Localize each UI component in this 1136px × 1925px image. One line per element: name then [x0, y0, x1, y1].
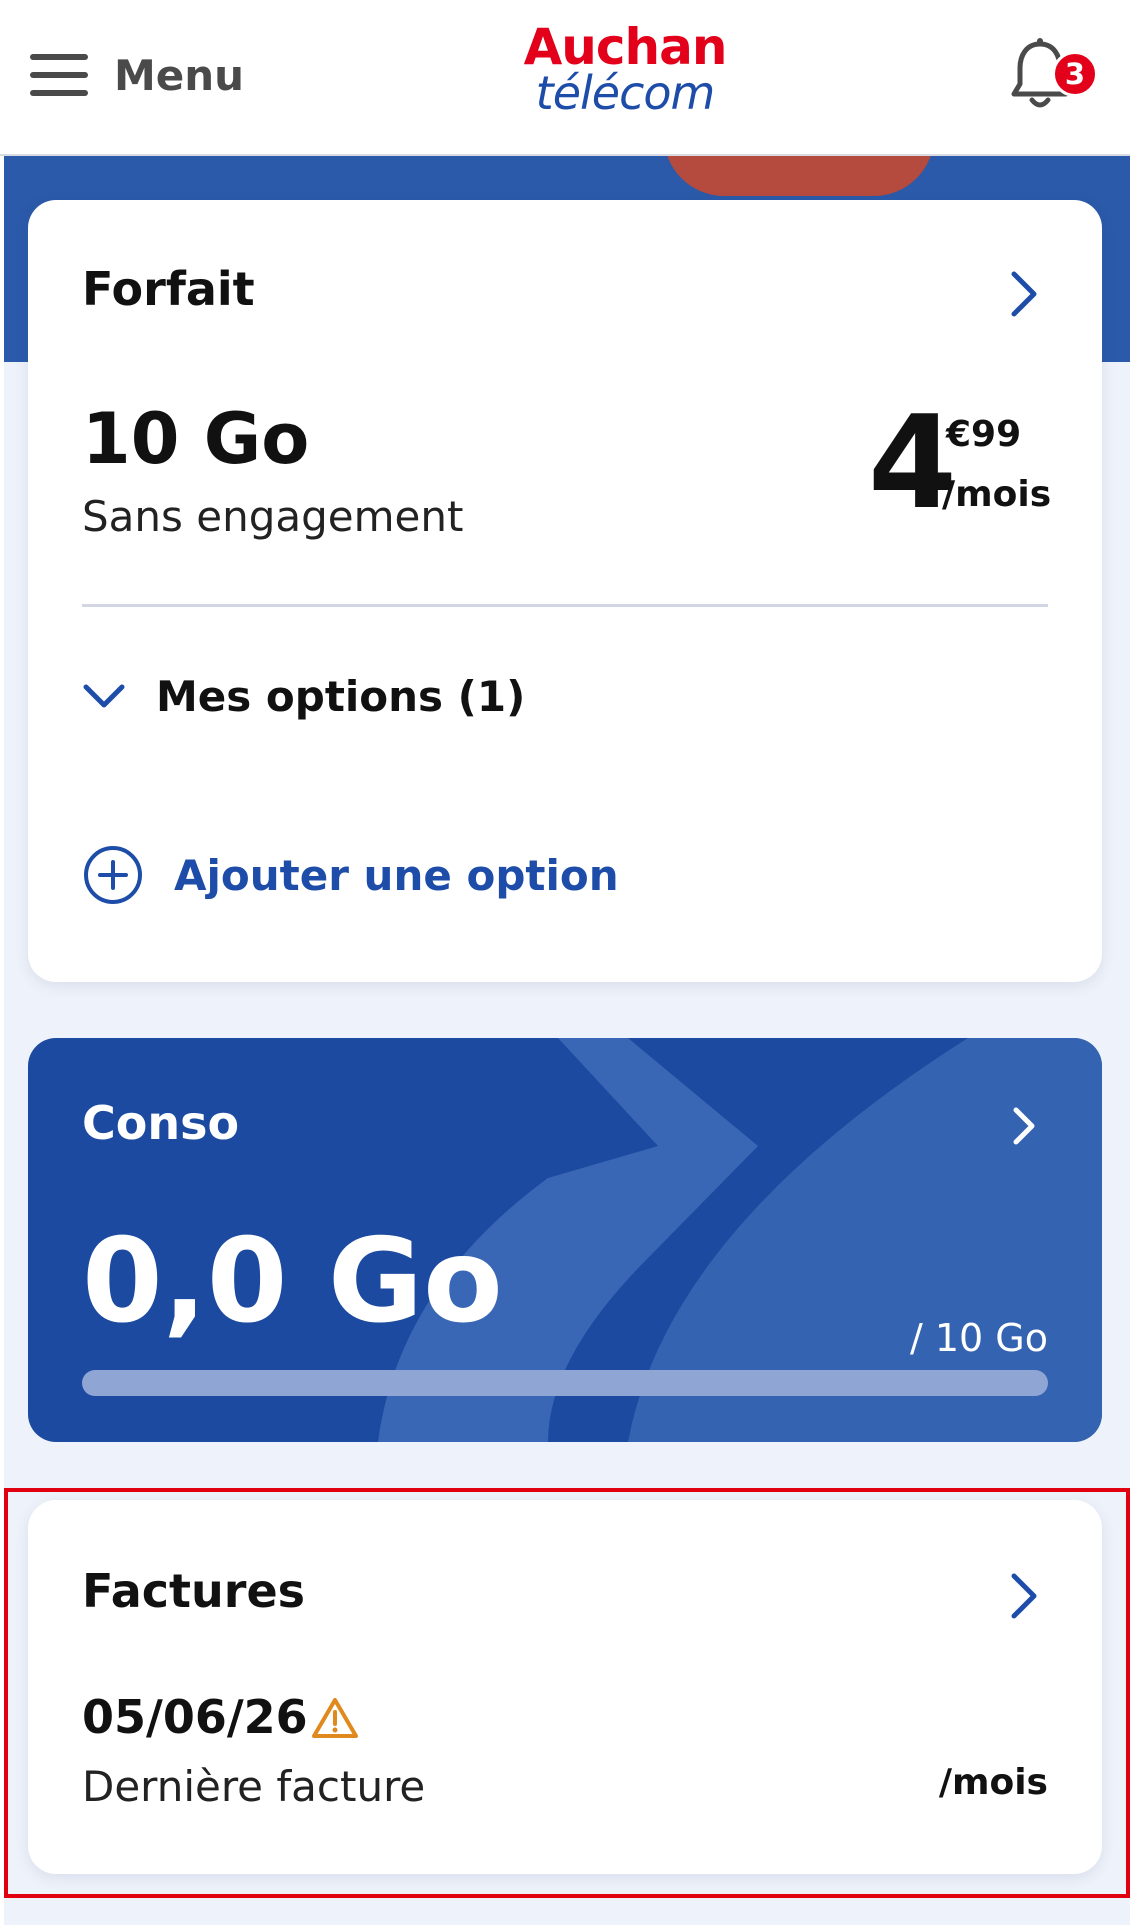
plan-subtitle: Sans engagement [82, 492, 464, 541]
plan-name: 10 Go [82, 398, 310, 480]
conso-card[interactable]: Conso 0,0 Go / 10 Go [28, 1038, 1102, 1442]
notifications-button[interactable]: 3 [1010, 36, 1098, 116]
menu-button[interactable]: Menu [30, 40, 244, 110]
logo-bottom-text: télécom [535, 66, 716, 120]
add-option-button[interactable]: Ajouter une option [82, 840, 619, 910]
conso-total: / 10 Go [909, 1316, 1048, 1360]
forfait-card[interactable]: Forfait 10 Go Sans engagement 4 €99 /moi… [28, 200, 1102, 982]
brand-logo[interactable]: Auchan télécom [520, 22, 730, 116]
hero-image-fragment [664, 156, 934, 196]
notification-badge: 3 [1052, 51, 1098, 97]
app-header: Menu Auchan télécom 3 [0, 0, 1130, 156]
factures-card[interactable]: Factures 05/06/26 Dernière facture /mois [28, 1500, 1102, 1874]
chevron-right-icon[interactable] [1004, 1100, 1044, 1152]
warning-icon [312, 1698, 358, 1738]
conso-used-value: 0,0 Go [82, 1214, 503, 1349]
price-cents: €99 [946, 414, 1022, 455]
conso-title: Conso [82, 1096, 240, 1150]
factures-title: Factures [82, 1564, 306, 1618]
forfait-title: Forfait [82, 262, 255, 316]
conso-progress-bar [82, 1370, 1048, 1396]
hamburger-icon [30, 54, 88, 96]
add-option-label: Ajouter une option [174, 850, 619, 900]
menu-label: Menu [114, 50, 245, 100]
options-toggle[interactable]: Mes options (1) [82, 666, 525, 726]
options-label: Mes options (1) [156, 671, 526, 721]
chevron-right-icon[interactable] [1004, 1570, 1044, 1622]
chevron-down-icon [83, 684, 125, 708]
invoice-subtitle: Dernière facture [82, 1762, 426, 1811]
plus-circle-icon [84, 846, 142, 904]
chevron-right-icon[interactable] [1004, 268, 1044, 320]
divider [82, 604, 1048, 607]
logo-top-text: Auchan [523, 18, 728, 76]
price-unit: /mois [942, 474, 1052, 515]
invoice-unit: /mois [938, 1762, 1048, 1803]
invoice-date: 05/06/26 [82, 1690, 308, 1744]
